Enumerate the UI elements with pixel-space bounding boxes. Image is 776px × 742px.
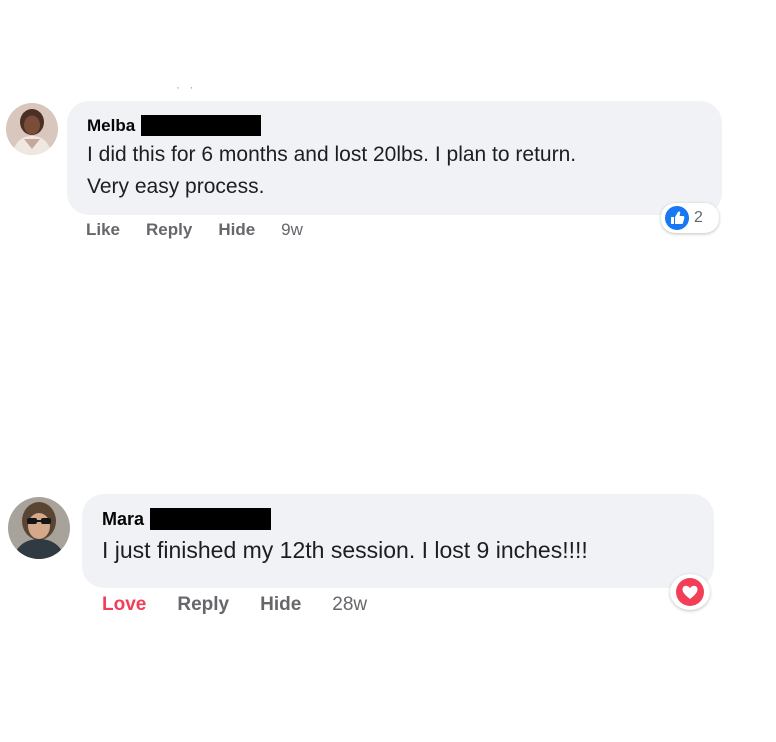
like-button[interactable]: Like [86, 220, 120, 240]
comment-actions: Love Reply Hide 28w [102, 594, 367, 616]
comment-author[interactable]: Mara [102, 509, 144, 530]
comment-timestamp[interactable]: 9w [281, 220, 303, 240]
comment-timestamp[interactable]: 28w [332, 594, 367, 616]
comment-actions: Like Reply Hide 9w [86, 220, 303, 240]
reaction-count: 2 [694, 209, 703, 226]
love-reaction-icon [676, 578, 704, 606]
profile-photo-icon [8, 497, 70, 559]
hide-button[interactable]: Hide [260, 594, 301, 616]
love-button[interactable]: Love [102, 594, 146, 616]
reply-button[interactable]: Reply [146, 220, 192, 240]
reply-button[interactable]: Reply [177, 594, 229, 616]
redacted-name-block [141, 115, 262, 136]
hide-button[interactable]: Hide [218, 220, 255, 240]
comment-text-line-2: Very easy process. [87, 175, 265, 198]
comment-bubble: Mara I just finished my 12th session. I … [82, 494, 714, 588]
redacted-name-block [150, 508, 272, 530]
reaction-summary[interactable] [670, 574, 710, 610]
avatar[interactable] [6, 103, 58, 155]
avatar[interactable] [8, 497, 70, 559]
comment-text: I just finished my 12th session. I lost … [102, 537, 588, 563]
profile-photo-icon [6, 103, 58, 155]
like-reaction-icon [665, 206, 689, 230]
comment-bubble: Melba I did this for 6 months and lost 2… [67, 101, 722, 215]
comment-text-line-1: I did this for 6 months and lost 20lbs. … [87, 143, 577, 166]
ellipsis-marks: · · [176, 80, 197, 94]
reaction-summary[interactable]: 2 [661, 203, 719, 233]
comment-author[interactable]: Melba [87, 116, 135, 136]
